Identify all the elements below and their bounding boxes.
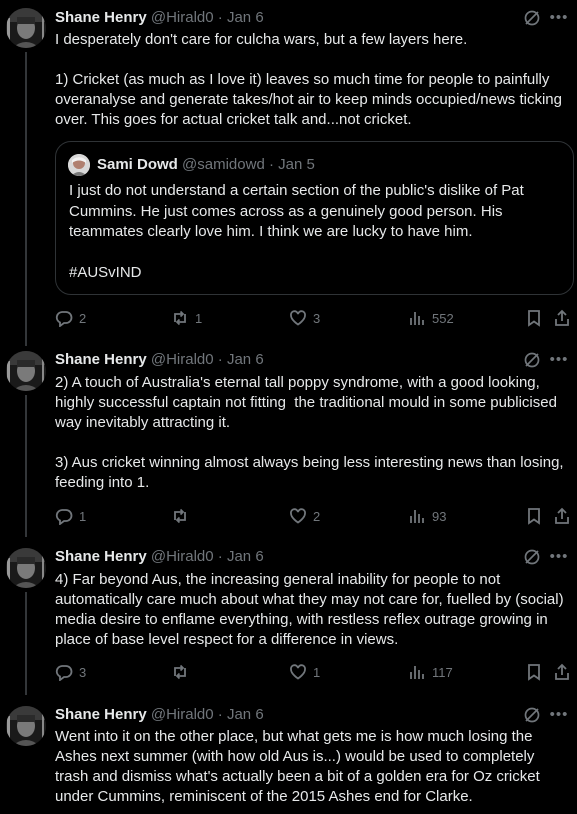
avatar[interactable] — [6, 706, 46, 746]
like-button[interactable]: 3 — [289, 308, 320, 328]
separator: · — [268, 156, 274, 173]
tweet-text: 4) Far beyond Aus, the increasing genera… — [55, 571, 568, 648]
reply-button[interactable]: 3 — [55, 662, 86, 682]
separator: · — [217, 706, 223, 723]
bookmark-icon — [528, 508, 540, 525]
author-name[interactable]: Shane Henry — [55, 351, 147, 368]
share-button[interactable] — [553, 308, 571, 328]
views-button[interactable]: 117 — [408, 662, 453, 682]
more-options-icon[interactable]: ••• — [549, 351, 569, 369]
like-button[interactable]: 1 — [289, 662, 320, 682]
share-button[interactable] — [553, 506, 571, 526]
views-icon — [410, 666, 424, 679]
share-icon — [555, 309, 569, 326]
heart-icon — [290, 310, 306, 326]
author-name[interactable]: Shane Henry — [55, 548, 147, 565]
reply-button[interactable]: 1 — [55, 506, 86, 526]
tweet-header: Shane Henry @Hirald0 · Jan 6 — [55, 705, 264, 725]
heart-icon — [290, 664, 306, 680]
tweet-text: I desperately don't care for culcha wars… — [55, 31, 562, 128]
views-icon — [410, 510, 424, 523]
repost-button[interactable]: 1 — [171, 308, 202, 328]
views-button[interactable]: 93 — [408, 506, 446, 526]
action-bar: 3 1 117 — [55, 662, 577, 682]
quoted-tweet[interactable]: Sami Dowd @samidowd · Jan 5 I just do no… — [55, 141, 574, 295]
repost-icon — [174, 310, 186, 326]
like-button[interactable]: 2 — [289, 506, 320, 526]
action-bar: 2 1 3 552 — [55, 308, 577, 328]
bookmark-icon — [528, 664, 540, 681]
tweet-header: Shane Henry @Hirald0 · Jan 6 — [55, 547, 264, 567]
grok-icon[interactable] — [523, 351, 541, 369]
repost-count: 1 — [195, 310, 203, 326]
reply-icon — [55, 311, 73, 327]
bookmark-button[interactable] — [525, 506, 543, 526]
tweet-header: Shane Henry @Hirald0 · Jan 6 — [55, 350, 264, 370]
repost-button[interactable] — [171, 662, 195, 682]
quote-text: I just do not understand a certain secti… — [69, 182, 524, 281]
view-count: 117 — [432, 664, 453, 680]
reply-count: 2 — [79, 310, 87, 326]
tweet-text: Went into it on the other place, but wha… — [55, 728, 544, 805]
separator: · — [217, 351, 223, 368]
like-count: 1 — [313, 664, 321, 680]
tweet-text: 2) A touch of Australia's eternal tall p… — [55, 374, 564, 491]
repost-button[interactable] — [171, 506, 195, 526]
author-handle[interactable]: @Hirald0 — [151, 706, 214, 723]
tweet-header: Shane Henry @Hirald0 · Jan 6 — [55, 8, 264, 28]
tweet[interactable]: Shane Henry @Hirald0 · Jan 6 ••• I despe… — [0, 0, 577, 345]
author-handle[interactable]: @Hirald0 — [151, 9, 214, 26]
reply-count: 1 — [79, 508, 87, 524]
separator: · — [217, 548, 223, 565]
view-count: 93 — [432, 508, 447, 524]
author-name[interactable]: Shane Henry — [55, 9, 147, 26]
quote-header: Sami Dowd @samidowd · Jan 5 — [97, 155, 315, 175]
share-icon — [555, 663, 569, 680]
view-count: 552 — [432, 310, 454, 326]
separator: · — [217, 9, 223, 26]
like-count: 2 — [313, 508, 321, 524]
avatar[interactable] — [6, 351, 46, 391]
tweet-date[interactable]: Jan 6 — [227, 706, 264, 723]
share-icon — [555, 507, 569, 524]
reply-icon — [55, 665, 73, 681]
repost-icon — [174, 664, 186, 680]
bookmark-button[interactable] — [525, 308, 543, 328]
reply-icon — [55, 509, 73, 525]
quote-avatar — [68, 154, 90, 176]
views-icon — [410, 312, 424, 325]
reply-button[interactable]: 2 — [55, 308, 86, 328]
bookmark-icon — [528, 310, 540, 327]
author-handle[interactable]: @Hirald0 — [151, 548, 214, 565]
avatar[interactable] — [6, 8, 46, 48]
more-options-icon[interactable]: ••• — [549, 548, 569, 566]
tweet[interactable]: Shane Henry @Hirald0 · Jan 6 ••• Went in… — [0, 700, 577, 814]
bookmark-button[interactable] — [525, 662, 543, 682]
reply-count: 3 — [79, 664, 87, 680]
author-handle[interactable]: @Hirald0 — [151, 351, 214, 368]
repost-icon — [174, 508, 186, 524]
grok-icon[interactable] — [523, 706, 541, 724]
heart-icon — [290, 508, 306, 524]
quote-date: Jan 5 — [278, 156, 315, 173]
tweet[interactable]: Shane Henry @Hirald0 · Jan 6 ••• 2) A to… — [0, 345, 577, 542]
like-count: 3 — [313, 310, 321, 326]
grok-icon[interactable] — [523, 9, 541, 27]
tweet-date[interactable]: Jan 6 — [227, 351, 264, 368]
quote-author-name: Sami Dowd — [97, 156, 178, 173]
share-button[interactable] — [553, 662, 571, 682]
avatar[interactable] — [6, 548, 46, 588]
action-bar: 1 2 93 — [55, 506, 577, 526]
grok-icon[interactable] — [523, 548, 541, 566]
views-button[interactable]: 552 — [408, 308, 454, 328]
quote-author-handle: @samidowd — [182, 156, 265, 173]
more-options-icon[interactable]: ••• — [549, 706, 569, 724]
tweet-date[interactable]: Jan 6 — [227, 9, 264, 26]
tweet-date[interactable]: Jan 6 — [227, 548, 264, 565]
author-name[interactable]: Shane Henry — [55, 706, 147, 723]
tweet[interactable]: Shane Henry @Hirald0 · Jan 6 ••• 4) Far … — [0, 542, 577, 700]
more-options-icon[interactable]: ••• — [549, 9, 569, 27]
